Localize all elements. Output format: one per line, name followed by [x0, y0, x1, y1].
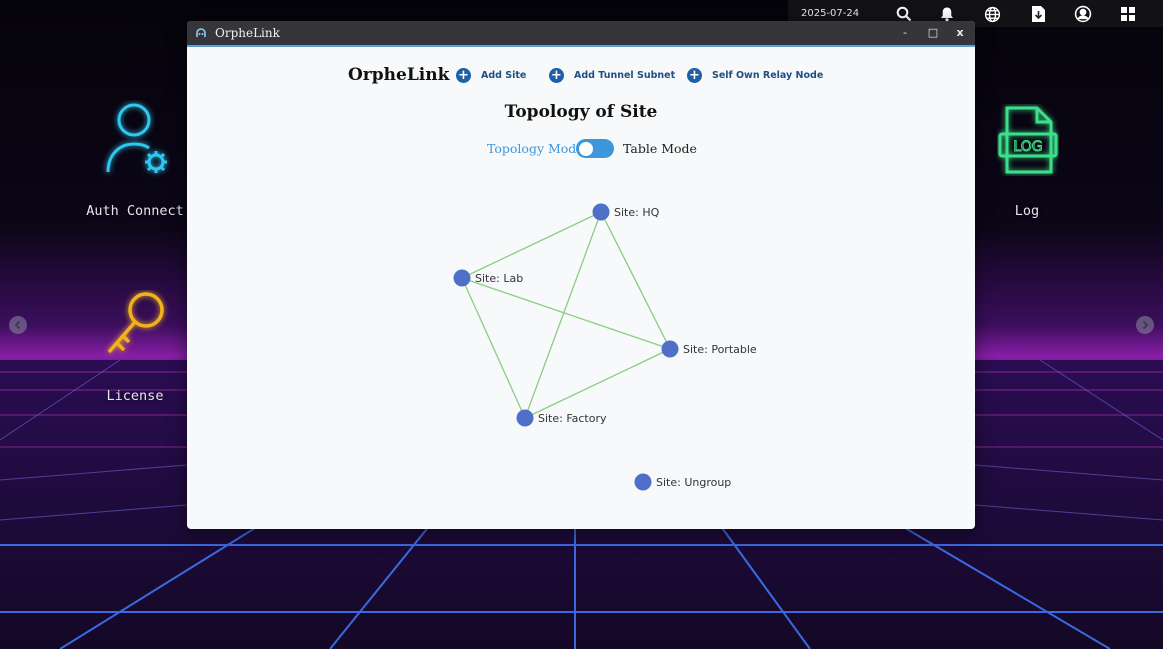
auth-connect-shortcut[interactable] — [100, 100, 170, 180]
edges-layer — [461, 211, 671, 419]
previous-page-button[interactable] — [9, 316, 27, 334]
download-icon[interactable] — [1028, 4, 1048, 24]
site-node-lab[interactable]: Site: Lab — [453, 269, 524, 287]
nodes-layer: Site: HQ Site: Lab Site: Portable Site: Fac… — [453, 203, 757, 491]
user-gear-icon — [106, 103, 167, 173]
site-node-label: Site: HQ — [614, 206, 660, 219]
svg-text:LOG: LOG — [1013, 139, 1042, 155]
edge-lab-factory — [461, 277, 526, 419]
chevron-left-icon — [14, 320, 21, 330]
log-shortcut[interactable]: LOG — [997, 104, 1059, 176]
site-node-circle[interactable] — [592, 203, 610, 221]
topology-graph: Site: HQ Site: Lab Site: Portable Site: Fac… — [453, 203, 757, 491]
site-node-label: Site: Lab — [475, 272, 523, 285]
site-node-circle[interactable] — [634, 473, 652, 491]
grid-icon[interactable] — [1118, 4, 1138, 24]
log-file-icon: LOG — [998, 106, 1058, 174]
site-node-hq[interactable]: Site: HQ — [592, 203, 660, 221]
site-node-circle[interactable] — [661, 340, 679, 358]
chevron-right-icon — [1142, 320, 1149, 330]
next-page-button[interactable] — [1136, 316, 1154, 334]
site-node-factory[interactable]: Site: Factory — [516, 409, 607, 427]
key-icon — [107, 292, 164, 354]
edge-lab-portable — [461, 277, 671, 350]
orphelink-window: OrpheLink - □ x OrpheLink + Add Site + A… — [187, 21, 975, 529]
site-node-label: Site: Ungroup — [656, 476, 731, 489]
desktop-icon-label: License — [106, 388, 164, 404]
license-shortcut[interactable] — [103, 290, 169, 358]
user-circle-icon[interactable] — [1073, 4, 1093, 24]
site-node-circle[interactable] — [516, 409, 534, 427]
site-node-circle[interactable] — [453, 269, 471, 287]
site-node-label: Site: Factory — [538, 412, 607, 425]
desktop-icon-label: Auth Connect — [86, 203, 184, 219]
site-node-ungroup[interactable]: Site: Ungroup — [634, 473, 732, 491]
site-node-portable[interactable]: Site: Portable — [661, 340, 757, 358]
site-node-label: Site: Portable — [683, 343, 757, 356]
globe-icon[interactable] — [982, 4, 1002, 24]
desktop-icon-label: Log — [1014, 203, 1040, 219]
